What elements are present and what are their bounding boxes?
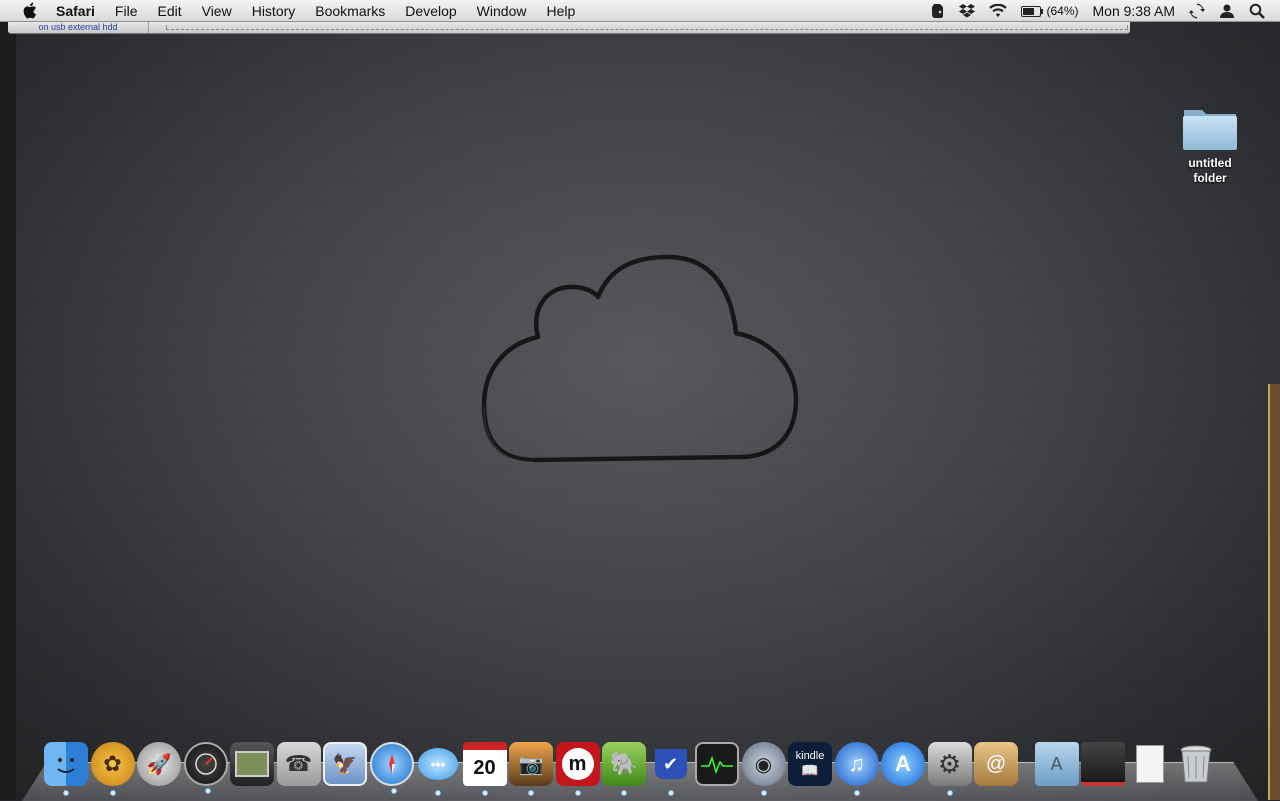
menu-help[interactable]: Help bbox=[536, 0, 585, 22]
battery-icon[interactable] bbox=[1021, 5, 1044, 17]
screen-left-edge bbox=[0, 22, 16, 800]
applications-folder-icon[interactable]: A bbox=[1034, 742, 1079, 786]
calendar-day: 20 bbox=[473, 756, 496, 779]
calendar-icon[interactable]: 20 bbox=[462, 742, 507, 796]
clock[interactable]: Mon 9:38 AM bbox=[1093, 3, 1176, 19]
address-book-icon[interactable]: @ bbox=[974, 742, 1018, 786]
launchpad-icon[interactable]: 🚀 bbox=[137, 742, 181, 786]
user-icon[interactable] bbox=[1219, 3, 1235, 19]
folder-label-line1: untitled bbox=[1188, 156, 1232, 170]
strip-divider bbox=[166, 25, 1128, 30]
cloud-icon bbox=[481, 254, 799, 463]
itunes-icon[interactable]: ♫ bbox=[834, 742, 879, 796]
battery-percent: (64%) bbox=[1046, 4, 1079, 18]
menu-file[interactable]: File bbox=[105, 0, 148, 22]
iphoto-icon[interactable]: 📷 bbox=[509, 742, 553, 796]
spotlight-search-icon[interactable] bbox=[1249, 3, 1265, 19]
evernote-status-icon[interactable] bbox=[931, 3, 945, 19]
folder-label-line2: folder bbox=[1193, 171, 1227, 185]
tab-label[interactable]: on usb external hdd bbox=[8, 22, 149, 33]
dock: ✿ 🚀 ☎ 🦅 ••• 20 📷 m 🐘 ✔ ◉ kindle 📖 ♫ A ⚙ … bbox=[44, 738, 1221, 796]
finder-icon[interactable] bbox=[44, 742, 88, 796]
messages-icon[interactable]: ••• bbox=[416, 742, 460, 796]
system-preferences-icon[interactable]: ⚙ bbox=[927, 742, 972, 796]
menu-window[interactable]: Window bbox=[467, 0, 537, 22]
desktop-folder-untitled[interactable]: untitled folder bbox=[1172, 104, 1248, 186]
todo-mug-icon[interactable]: ✔ bbox=[649, 742, 693, 796]
kindle-label: kindle bbox=[795, 749, 825, 762]
menu-view[interactable]: View bbox=[192, 0, 242, 22]
safari-window-strip: on usb external hdd bbox=[8, 22, 1130, 34]
menu-edit[interactable]: Edit bbox=[147, 0, 191, 22]
wifi-icon[interactable] bbox=[989, 4, 1008, 18]
app-store-icon[interactable]: A bbox=[881, 742, 925, 786]
activity-monitor-icon[interactable] bbox=[695, 742, 739, 786]
photo-booth-icon[interactable] bbox=[230, 742, 274, 786]
safari-icon[interactable] bbox=[369, 742, 414, 794]
mail-icon[interactable]: 🦅 bbox=[323, 742, 367, 786]
quicktime-icon[interactable]: ◉ bbox=[741, 742, 786, 796]
phone-icon[interactable]: ☎ bbox=[276, 742, 321, 786]
window-edge bbox=[1268, 384, 1280, 800]
gnome-icon[interactable]: ✿ bbox=[90, 742, 135, 796]
time-machine-sync-icon[interactable] bbox=[1189, 3, 1205, 19]
dropbox-icon[interactable] bbox=[959, 4, 976, 18]
evernote-icon[interactable]: 🐘 bbox=[602, 742, 646, 796]
menu-bar: Safari File Edit View History Bookmarks … bbox=[0, 0, 1280, 22]
kindle-icon[interactable]: kindle 📖 bbox=[788, 742, 832, 786]
mendeley-icon[interactable]: m bbox=[555, 742, 600, 796]
trash-icon[interactable] bbox=[1174, 742, 1218, 786]
status-area: (64%) Mon 9:38 AM bbox=[924, 0, 1272, 22]
menu-develop[interactable]: Develop bbox=[395, 0, 466, 22]
apple-menu-icon[interactable] bbox=[20, 2, 38, 20]
document-icon[interactable] bbox=[1128, 742, 1172, 786]
folder-icon bbox=[1183, 110, 1237, 150]
downloads-stack-icon[interactable] bbox=[1081, 742, 1125, 786]
dashboard-icon[interactable] bbox=[183, 742, 228, 794]
menu-history[interactable]: History bbox=[242, 0, 306, 22]
menu-bookmarks[interactable]: Bookmarks bbox=[305, 0, 395, 22]
menu-app-safari[interactable]: Safari bbox=[46, 0, 105, 22]
